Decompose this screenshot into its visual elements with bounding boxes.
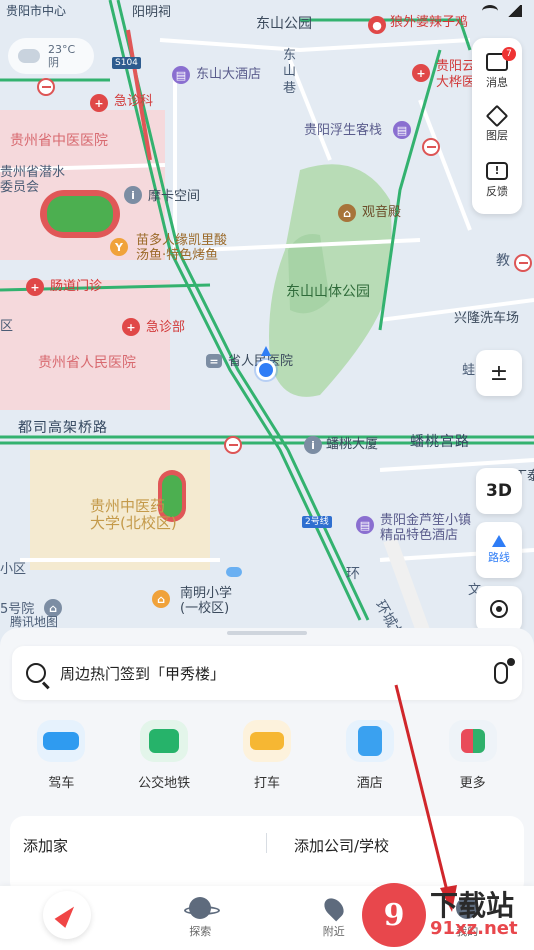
- map-label-guanxiang[interactable]: 观音殿: [362, 205, 401, 221]
- quick-action-label: 更多: [459, 776, 486, 791]
- watermark-domain: 91xz.net: [430, 918, 518, 940]
- quick-action-label: 驾车: [48, 776, 75, 791]
- tab-label: 探索: [189, 925, 212, 938]
- route-arrow-icon: [492, 535, 506, 547]
- grid-icon: [460, 729, 485, 753]
- map-label-s104: S104: [112, 57, 141, 70]
- tab-home[interactable]: [22, 891, 112, 939]
- wifi-icon: [482, 5, 498, 17]
- watermark-title: 下载站: [430, 888, 515, 922]
- map-label-dongshan-sports[interactable]: 东山山体公园: [286, 284, 370, 300]
- add-work-button[interactable]: 添加公司/学校: [294, 835, 389, 856]
- weather-condition: 阴: [48, 56, 59, 69]
- map-label-shan: 蛙: [462, 363, 476, 378]
- map-label-langwaipo[interactable]: 狼外婆辣子鸡: [390, 15, 468, 31]
- map-label-dongshan-hotel[interactable]: 东山大酒店: [196, 67, 261, 83]
- map-label-dongshan-park[interactable]: 东山公园: [256, 16, 312, 32]
- map-label-yangmingci[interactable]: 阳明祠: [132, 5, 171, 21]
- map-label-qu: 区: [0, 319, 14, 334]
- watermark-logo: 9: [362, 883, 426, 947]
- quick-action-hotel[interactable]: 酒店: [330, 720, 410, 800]
- map-label-gastro[interactable]: 肠道门诊: [50, 279, 102, 295]
- sheet-handle[interactable]: [227, 631, 307, 635]
- locate-button[interactable]: [476, 586, 522, 632]
- layers-label: 图层: [486, 129, 508, 143]
- map-label-guiyang-yun[interactable]: 贵阳云: [436, 59, 475, 75]
- hotel-icon: [357, 726, 382, 756]
- status-location-text: 贵阳市中心: [6, 4, 67, 18]
- messages-label: 消息: [486, 76, 508, 90]
- feedback-button[interactable]: ! 反馈: [486, 161, 508, 199]
- search-icon: [26, 663, 46, 683]
- map-label-xiaoqu: 小区: [0, 562, 27, 577]
- messages-badge: 7: [502, 47, 516, 62]
- heading-arrow-icon: [261, 346, 271, 356]
- tab-label: 附近: [322, 925, 345, 938]
- weather-temperature: 23°C: [48, 42, 76, 56]
- tab-explore[interactable]: 探索: [155, 897, 245, 939]
- microphone-icon[interactable]: [494, 658, 515, 684]
- car-icon: [43, 732, 80, 750]
- map-label-fusheng-inn[interactable]: 贵阳浮生客栈: [304, 123, 382, 139]
- map-label-daqiao[interactable]: 大桦医: [436, 75, 475, 91]
- map-label-nanming-school[interactable]: 南明小学 (一校区): [180, 586, 232, 617]
- route-label: 路线: [488, 551, 510, 564]
- map-label-emergency2[interactable]: 急诊部: [146, 320, 185, 336]
- quick-action-transit[interactable]: 公交地铁: [124, 720, 204, 800]
- layers-icon: [485, 105, 509, 128]
- quick-action-taxi[interactable]: 打车: [227, 720, 307, 800]
- location-pin-icon: [320, 894, 348, 922]
- add-home-button[interactable]: 添加家: [23, 835, 68, 856]
- map-label-dongshan-lane: 东山巷: [283, 48, 297, 96]
- status-icons: [482, 5, 522, 17]
- cloud-icon: [18, 49, 40, 63]
- planet-icon: [184, 897, 221, 919]
- map-label-line2: 2号线: [302, 516, 332, 529]
- quick-action-drive[interactable]: 驾车: [21, 720, 101, 800]
- map-label-jiao: 教: [496, 253, 510, 269]
- quick-action-label: 酒店: [356, 776, 383, 791]
- map-label-emergency[interactable]: 急诊科: [114, 94, 153, 110]
- current-location-marker: [256, 360, 276, 380]
- zoom-button[interactable]: ±: [476, 350, 522, 396]
- watermark: 9 下载站 91xz.net: [362, 880, 534, 950]
- map-label-tcm-univ[interactable]: 贵州中医药 大学(北校区): [90, 497, 177, 533]
- map-road-pantao: 蟠桃宫路: [410, 434, 470, 450]
- map-label-peoples-hospital[interactable]: 贵州省人民医院: [38, 355, 136, 371]
- address-divider: [266, 833, 267, 853]
- quick-actions: 驾车 公交地铁 打车 酒店 更多: [0, 720, 534, 800]
- weather-widget[interactable]: 23°C 阴: [8, 38, 94, 74]
- quick-action-label: 公交地铁: [138, 776, 191, 791]
- route-button[interactable]: 路线: [476, 522, 522, 578]
- feedback-label: 反馈: [486, 184, 508, 198]
- feedback-icon: !: [486, 161, 508, 180]
- map-label-tcm-hospital[interactable]: 贵州省中医医院: [10, 133, 108, 149]
- map-label-moka[interactable]: 摩卡空间: [148, 189, 200, 205]
- quick-action-label: 打车: [253, 776, 280, 791]
- map-label-xinglong[interactable]: 兴隆洗车场: [454, 311, 519, 327]
- search-input[interactable]: 周边热门签到「甲秀楼」: [60, 663, 480, 684]
- quick-action-more[interactable]: 更多: [433, 720, 513, 800]
- 3d-button[interactable]: 3D: [476, 468, 522, 514]
- messages-button[interactable]: 7 消息: [486, 47, 516, 90]
- crosshair-icon: [490, 600, 508, 618]
- signal-icon: [506, 5, 522, 17]
- map-tools-panel: 7 消息 图层 ! 反馈: [472, 38, 522, 214]
- map-label-pantao-building[interactable]: 蟠桃大厦: [326, 437, 378, 453]
- map-view[interactable]: 贵阳市中心 23°C 阴 阳明祠 东山公园 ● 狼外婆辣子鸡 S104 ▤ 东山…: [0, 0, 534, 650]
- map-label-jinlu[interactable]: 贵阳金芦笙小镇 精品特色酒店: [380, 513, 471, 544]
- map-label-water-bureau[interactable]: 贵州省潜水 委员会: [0, 165, 65, 196]
- map-label-miao-bbq[interactable]: 苗多人缘凯里酸 汤鱼·特色烤鱼: [136, 233, 227, 264]
- bus-icon: [149, 729, 180, 753]
- compass-icon: [54, 902, 80, 928]
- map-road-dusi: 都司高架桥路: [18, 420, 108, 436]
- taxi-icon: [249, 732, 284, 750]
- layers-button[interactable]: 图层: [485, 105, 509, 143]
- search-bar[interactable]: 周边热门签到「甲秀楼」: [12, 646, 522, 700]
- map-label-ring: 环: [346, 566, 360, 582]
